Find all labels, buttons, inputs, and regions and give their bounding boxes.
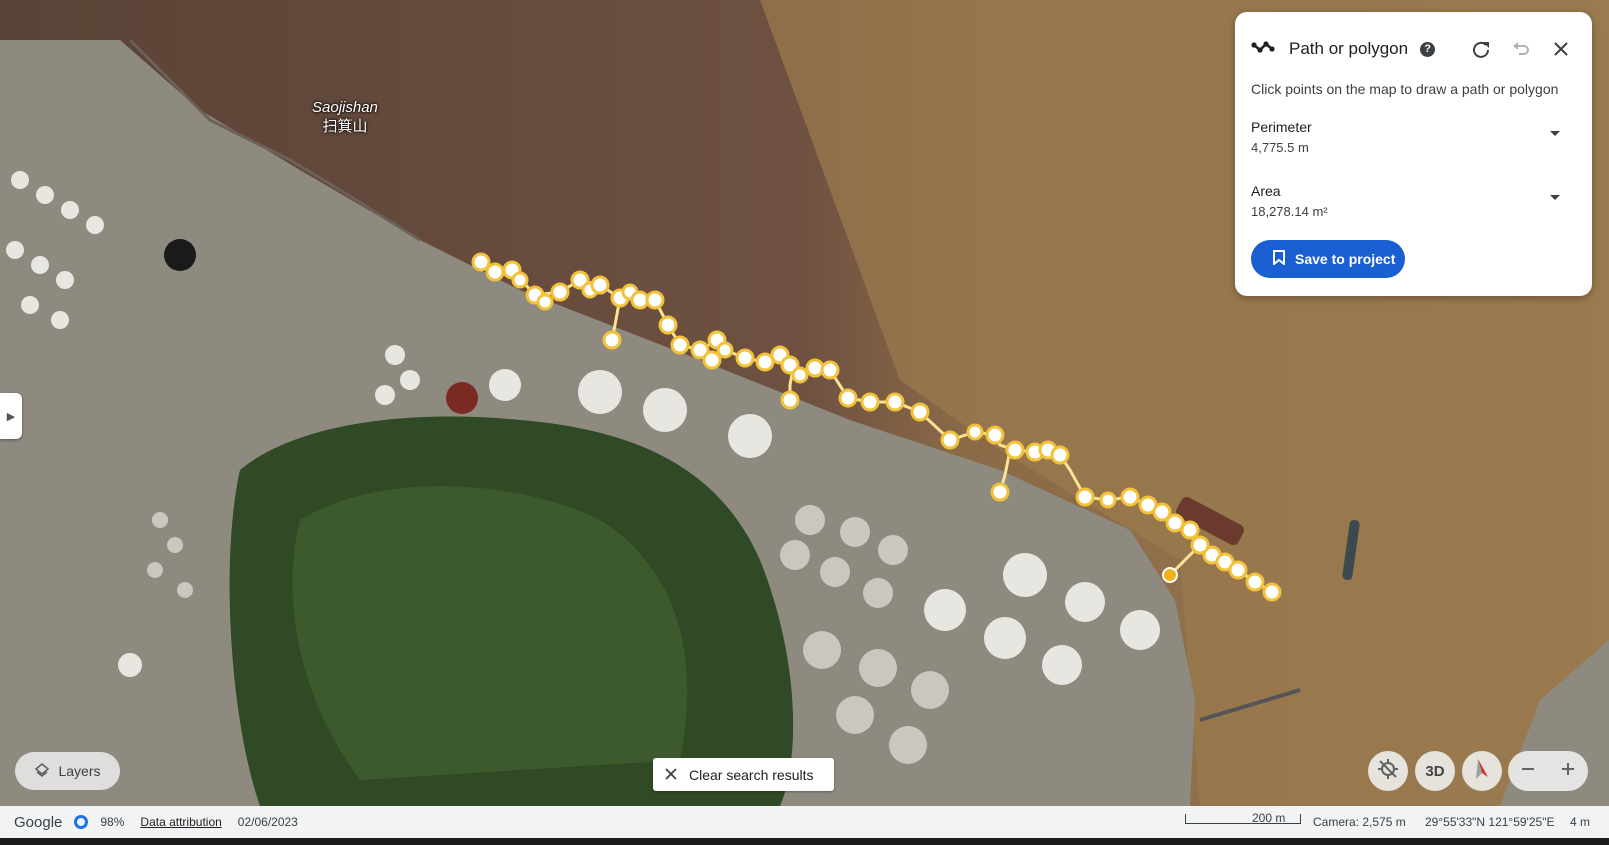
load-percent: 98%	[100, 815, 125, 829]
coordinates: 29°55'33"N 121°59'25"E	[1425, 815, 1555, 829]
perimeter-label: Perimeter	[1251, 119, 1312, 135]
perimeter-value: 4,775.5 m	[1251, 140, 1309, 155]
panel-hint: Click points on the map to draw a path o…	[1251, 81, 1559, 97]
recenter-icon	[1377, 758, 1399, 785]
save-to-project-button[interactable]: Save to project	[1251, 240, 1405, 278]
measure-panel: Path or polygon ? Click points on the ma…	[1235, 12, 1592, 296]
recenter-button[interactable]	[1368, 751, 1408, 791]
elevation: 4 m	[1570, 815, 1591, 829]
zoom-out-button[interactable]	[1508, 751, 1548, 791]
help-icon[interactable]: ?	[1420, 41, 1436, 57]
close-icon[interactable]	[1546, 34, 1576, 64]
zoom-in-button[interactable]	[1548, 751, 1588, 791]
zoom-out-icon	[1520, 761, 1536, 782]
imagery-date: 02/06/2023	[237, 815, 298, 829]
clear-label: Clear search results	[689, 766, 814, 783]
panel-title: Path or polygon	[1289, 39, 1409, 58]
google-logo: Google	[14, 813, 63, 831]
perimeter-row[interactable]: Perimeter 4,775.5 m	[1251, 119, 1576, 163]
clear-icon	[665, 767, 677, 783]
redo-icon[interactable]	[1466, 34, 1496, 64]
data-attribution-link[interactable]: Data attribution	[140, 815, 221, 829]
bookmark-icon	[1273, 250, 1285, 268]
compass-icon	[1472, 757, 1492, 786]
save-label: Save to project	[1295, 251, 1396, 267]
chevron-down-icon[interactable]	[1550, 131, 1560, 136]
panel-actions	[1466, 34, 1576, 64]
place-label-native: 扫箕山	[322, 118, 368, 135]
area-row[interactable]: Area 18,278.14 m²	[1251, 183, 1576, 227]
panel-header: Path or polygon ?	[1251, 34, 1576, 64]
taskbar-strip	[0, 838, 1609, 845]
clear-search-results-button[interactable]: Clear search results	[653, 758, 834, 791]
layers-label: Layers	[58, 763, 101, 779]
chevron-down-icon[interactable]	[1550, 195, 1560, 200]
status-bar: Google 98% Data attribution 02/06/2023 2…	[0, 806, 1609, 838]
collapse-arrow-icon[interactable]: ▶	[0, 393, 22, 439]
area-label: Area	[1251, 183, 1281, 199]
loading-ring-icon	[74, 815, 89, 829]
layers-icon	[34, 762, 50, 781]
area-value: 18,278.14 m²	[1251, 204, 1328, 219]
place-label: Saojishan 扫箕山	[312, 98, 378, 136]
3d-toggle-button[interactable]: 3D	[1415, 751, 1455, 791]
compass-button[interactable]	[1462, 751, 1502, 791]
place-label-latin: Saojishan	[312, 99, 378, 116]
scale-label: 200 m	[1252, 811, 1286, 825]
zoom-in-icon	[1560, 761, 1576, 782]
undo-icon[interactable]	[1506, 34, 1536, 64]
path-icon	[1251, 37, 1275, 62]
camera-altitude: Camera: 2,575 m	[1313, 815, 1406, 829]
layers-button[interactable]: Layers	[15, 752, 120, 790]
